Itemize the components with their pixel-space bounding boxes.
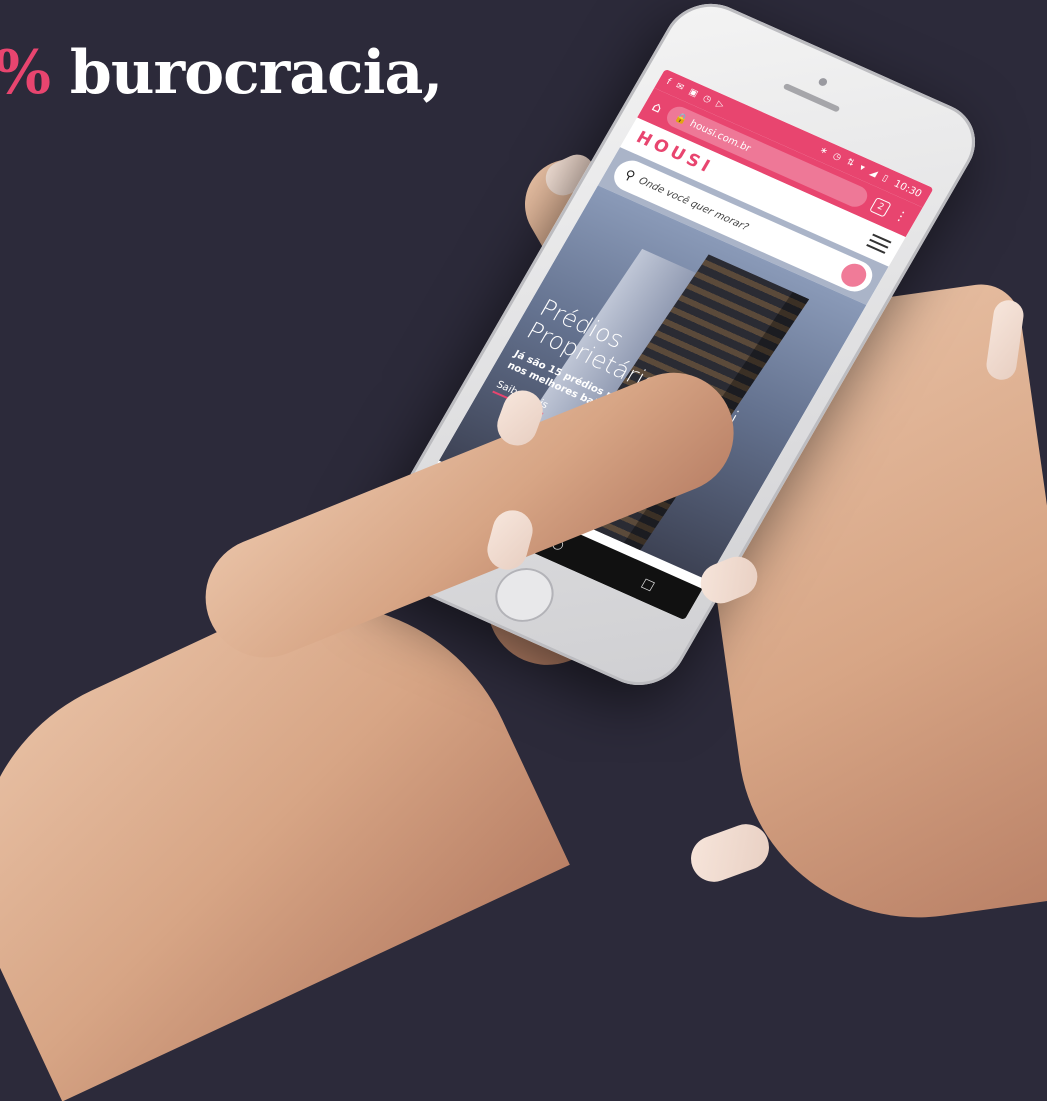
- browser-menu-icon[interactable]: ⋮: [891, 207, 910, 225]
- earpiece-speaker: [782, 82, 841, 113]
- headline-text: burocracia,: [50, 38, 443, 108]
- recent-apps-icon[interactable]: □: [639, 575, 658, 593]
- home-button[interactable]: [484, 559, 565, 631]
- headline: % burocracia,: [0, 38, 443, 108]
- hamburger-menu-icon[interactable]: [866, 233, 892, 254]
- headline-percent: %: [0, 38, 51, 108]
- home-icon[interactable]: ⌂: [649, 99, 665, 117]
- front-camera: [817, 76, 829, 88]
- lock-icon: 🔒: [672, 111, 690, 126]
- tabs-button[interactable]: 2: [869, 196, 892, 218]
- search-submit-button[interactable]: [836, 259, 871, 291]
- search-icon: ⚲: [621, 167, 638, 184]
